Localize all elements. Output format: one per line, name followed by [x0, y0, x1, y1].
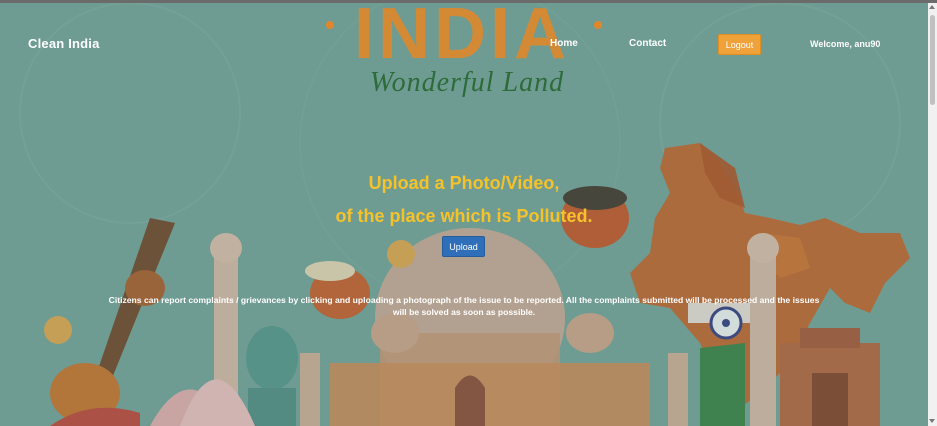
svg-text:INDIA: INDIA	[354, 3, 570, 74]
scrollbar-thumb[interactable]	[930, 15, 935, 105]
upload-button[interactable]: Upload	[442, 236, 485, 257]
nav-home-link[interactable]: Home	[550, 38, 578, 49]
scroll-up-arrow-icon[interactable]	[929, 5, 935, 9]
upload-heading-line-2: of the place which is Polluted.	[335, 206, 593, 226]
site-brand[interactable]: Clean India	[28, 36, 100, 51]
page-scrollbar[interactable]	[928, 3, 937, 426]
welcome-user-text: Welcome, anu90	[810, 39, 881, 49]
logout-button[interactable]: Logout	[718, 34, 761, 55]
scroll-down-arrow-icon[interactable]	[929, 419, 935, 423]
nav-contact-link[interactable]: Contact	[629, 38, 666, 49]
complaint-description: Citizens can report complaints / grievan…	[108, 295, 820, 317]
svg-text:Wonderful Land: Wonderful Land	[370, 67, 564, 98]
upload-heading-line-1: Upload a Photo/Video,	[368, 173, 560, 193]
